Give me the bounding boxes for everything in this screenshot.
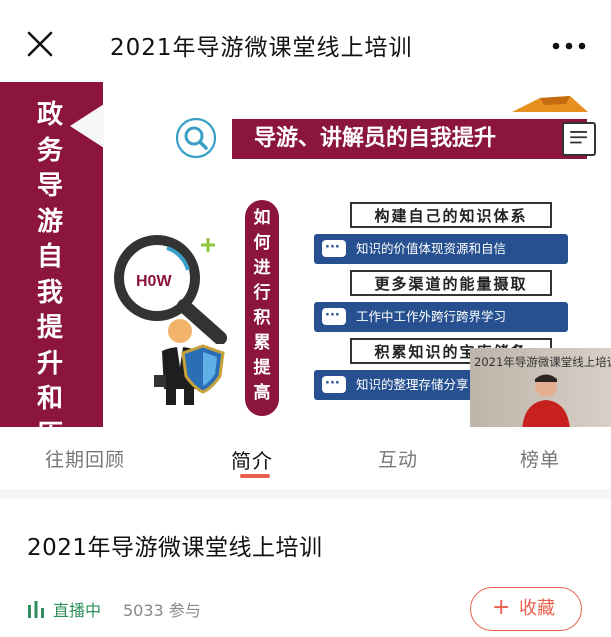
search-icon [176, 118, 216, 158]
slide-vertical-title: 政 务 导 游 自 我 提 升 和 历 [36, 100, 63, 427]
document-icon [562, 122, 596, 156]
favorite-label: 收藏 [519, 598, 555, 619]
active-tab-indicator [240, 474, 270, 478]
favorite-button[interactable]: + 收藏 [470, 587, 582, 631]
video-player[interactable]: 政 务 导 游 自 我 提 升 和 历 导游、讲解员的自我提升 H0W [0, 82, 611, 427]
ribbon-decoration [512, 96, 588, 112]
chat-bubble-icon [322, 233, 346, 263]
chat-bubble-icon [322, 301, 346, 331]
live-bars-icon [28, 601, 44, 618]
magnifier-label: H0W [136, 273, 172, 290]
shield-icon [181, 344, 225, 394]
presenter-figure [522, 374, 570, 427]
tab-intro[interactable]: 简介 [231, 445, 273, 474]
participant-count: 5033 参与 [123, 601, 201, 620]
plus-icon: + [492, 595, 511, 620]
slide-left-band: 政 务 导 游 自 我 提 升 和 历 [0, 82, 104, 427]
tab-interaction[interactable]: 互动 [378, 445, 418, 472]
tab-past-review[interactable]: 往期回顾 [45, 445, 125, 472]
presenter-video-thumbnail[interactable]: 2021年导游微课堂线上培训 [470, 348, 611, 427]
slide-oval-label: 如 何 进 行 积 累 提 高 [245, 200, 279, 416]
top-nav-bar: 2021年导游微课堂线上培训 [0, 0, 611, 82]
tab-bar: 往期回顾 简介 互动 榜单 [0, 427, 611, 490]
slide-item: 更多渠道的能量摄取 [350, 270, 552, 296]
tab-ranking[interactable]: 榜单 [520, 445, 560, 472]
slide-item: 工作中工作外跨行跨界学习 [314, 301, 568, 332]
presenter-caption: 2021年导游微课堂线上培训 [474, 355, 611, 369]
live-status-label: 直播中 [53, 601, 102, 620]
more-dots-icon[interactable] [552, 42, 586, 50]
slide-banner: 导游、讲解员的自我提升 [232, 119, 595, 159]
chat-bubble-icon [322, 369, 346, 399]
slide-item: 知识的价值体现资源和自信 [314, 233, 568, 264]
slide-item: 构建自己的知识体系 [350, 202, 552, 228]
page-title: 2021年导游微课堂线上培训 [110, 35, 413, 61]
close-icon[interactable] [24, 28, 56, 60]
chevron-decoration [70, 104, 104, 148]
course-title: 2021年导游微课堂线上培训 [27, 535, 323, 561]
section-divider [0, 489, 611, 499]
